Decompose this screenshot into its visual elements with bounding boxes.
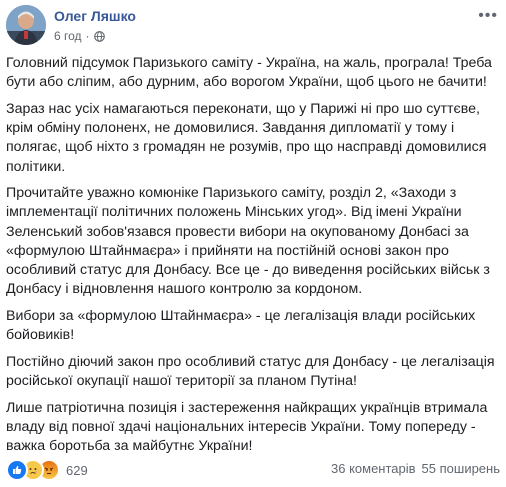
post-paragraph: Постійно діючий закон про особливий стат… xyxy=(6,353,495,390)
post-paragraph: Головний підсумок Паризького саміту - Ук… xyxy=(6,55,492,91)
reaction-count: 629 xyxy=(66,462,88,478)
meta-separator: · xyxy=(85,29,90,43)
comments-count-link[interactable]: 36 коментарів xyxy=(331,461,416,476)
globe-icon[interactable] xyxy=(93,30,105,42)
more-options-icon[interactable]: ••• xyxy=(478,8,498,24)
post-body: Головний підсумок Паризького саміту - Ук… xyxy=(6,54,502,464)
author-avatar[interactable] xyxy=(6,5,46,45)
engagement-stats: 36 коментарів 55 поширень xyxy=(331,461,500,476)
post-timestamp[interactable]: 6 год xyxy=(54,29,82,43)
post-paragraph: Вибори за «формулою Штайнмаєра» - це лег… xyxy=(6,307,476,344)
post-footer: 629 36 коментарів 55 поширень xyxy=(6,459,500,481)
post-paragraph: Лише патріотична позиція і застереження … xyxy=(6,399,488,455)
post-header: Олег Ляшко 6 год · ••• xyxy=(6,5,500,45)
facebook-post: Олег Ляшко 6 год · ••• Головний підсумок… xyxy=(0,0,506,487)
shares-count-link[interactable]: 55 поширень xyxy=(422,461,500,476)
reactions-summary[interactable]: 629 xyxy=(6,459,88,481)
avatar-image xyxy=(6,5,46,45)
post-meta: 6 год · xyxy=(54,29,105,43)
like-reaction-icon xyxy=(6,459,28,481)
post-paragraph: Прочитайте уважно комюніке Паризького са… xyxy=(6,185,490,298)
post-paragraph: Зараз нас усіх намагаються переконати, щ… xyxy=(6,100,487,175)
author-name[interactable]: Олег Ляшко xyxy=(54,8,136,24)
